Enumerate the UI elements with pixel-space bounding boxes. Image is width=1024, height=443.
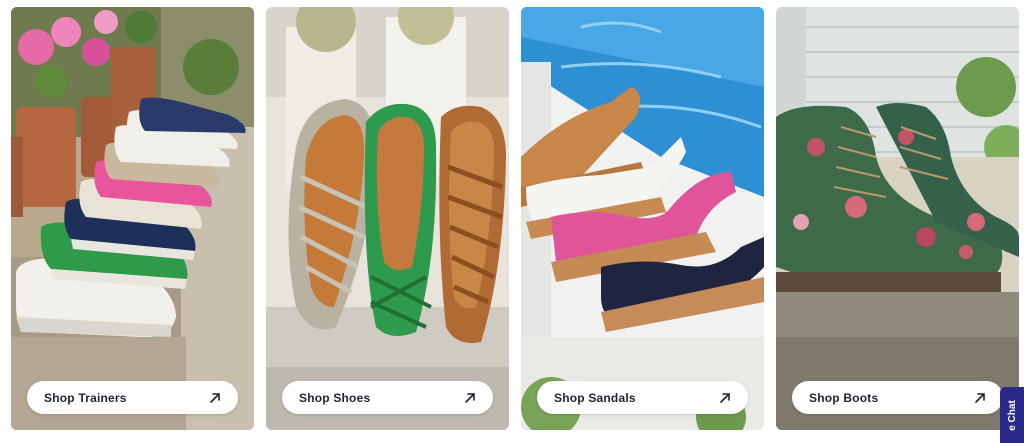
trainers-image bbox=[11, 7, 254, 430]
category-card-trainers[interactable]: Shop Trainers bbox=[11, 7, 254, 430]
live-chat-tab[interactable]: e Chat bbox=[1000, 387, 1024, 443]
shop-boots-button[interactable]: Shop Boots bbox=[792, 381, 1003, 414]
arrow-up-right-icon bbox=[975, 392, 985, 403]
shop-shoes-button[interactable]: Shop Shoes bbox=[282, 381, 493, 414]
shop-sandals-label: Shop Sandals bbox=[554, 390, 636, 405]
category-card-boots[interactable]: Shop Boots bbox=[776, 7, 1019, 430]
category-grid: Shop Trainers Shop Shoes Shop Sandals Sh… bbox=[11, 7, 1019, 430]
boots-image bbox=[776, 7, 1019, 430]
shop-sandals-button[interactable]: Shop Sandals bbox=[537, 381, 748, 414]
shoes-image bbox=[266, 7, 509, 430]
sandals-image bbox=[521, 7, 764, 430]
shop-boots-label: Shop Boots bbox=[809, 390, 879, 405]
category-card-shoes[interactable]: Shop Shoes bbox=[266, 7, 509, 430]
arrow-up-right-icon bbox=[465, 392, 475, 403]
category-card-sandals[interactable]: Shop Sandals bbox=[521, 7, 764, 430]
shop-shoes-label: Shop Shoes bbox=[299, 390, 371, 405]
arrow-up-right-icon bbox=[720, 392, 730, 403]
arrow-up-right-icon bbox=[210, 392, 220, 403]
live-chat-label: e Chat bbox=[1006, 399, 1018, 431]
shop-trainers-label: Shop Trainers bbox=[44, 390, 127, 405]
shop-trainers-button[interactable]: Shop Trainers bbox=[27, 381, 238, 414]
